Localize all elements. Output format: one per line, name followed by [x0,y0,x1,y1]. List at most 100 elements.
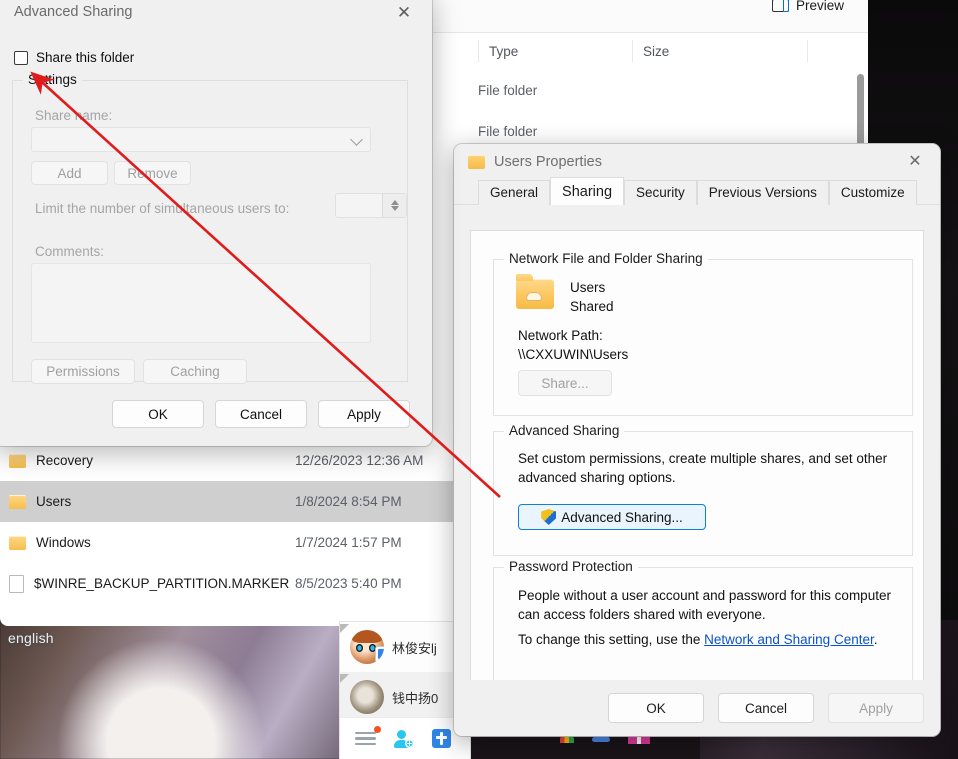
group-legend: Advanced Sharing [504,423,625,438]
row-name: $WINRE_BACKUP_PARTITION.MARKER [34,576,290,591]
network-path-value: \\CXXUWIN\Users [518,347,629,362]
shield-icon [541,509,557,525]
share-this-folder-label: Share this folder [36,50,135,65]
folder-icon [9,453,26,468]
tab-previous-versions[interactable]: Previous Versions [696,180,829,205]
row-name: Users [36,494,72,509]
list-item[interactable]: 林俊安lj [340,622,470,672]
file-icon [9,574,24,593]
network-file-and-folder-sharing-group: Network File and Folder Sharing Users Sh… [493,251,913,416]
group-legend: Settings [23,72,82,87]
corner-marker-icon [340,624,349,633]
row-type: File folder [478,83,538,98]
notification-dot-icon [374,725,381,733]
network-and-sharing-center-link[interactable]: Network and Sharing Center [704,632,874,647]
dialog-title: Users Properties [494,154,602,170]
dialog-footer: OK Cancel Apply [454,680,940,736]
preview-button-label: Preview [795,0,844,13]
cancel-button[interactable]: Cancel [718,693,814,723]
ok-button[interactable]: OK [112,400,204,428]
contact-name: 钱中扬0 [392,690,439,706]
apply-button[interactable]: Apply [828,693,924,723]
close-icon[interactable]: ✕ [898,148,932,176]
network-path-label: Network Path: [518,328,603,343]
list-item[interactable]: 钱中扬0 [340,672,470,722]
share-name-label: Share name: [35,108,113,123]
setting-suffix: . [873,632,878,647]
messenger-toolbar [340,717,470,759]
preview-button[interactable]: Preview [766,0,850,17]
app2-icon[interactable] [592,736,610,742]
comments-textarea[interactable] [31,263,371,343]
row-date: 1/8/2024 8:54 PM [295,494,402,509]
ok-button[interactable]: OK [608,693,704,723]
folder-icon [468,155,485,169]
dialog-titlebar[interactable]: Advanced Sharing ✕ [0,0,432,32]
share-this-folder-checkbox[interactable] [14,50,28,65]
avatar [350,680,384,714]
group-legend: Password Protection [504,559,638,574]
chevron-down-icon [350,133,363,146]
sharing-tab-panel: Network File and Folder Sharing Users Sh… [470,230,924,736]
password-protection-setting-line: To change this setting, use the Network … [518,630,898,649]
contact-name: 林俊安lj [392,640,437,656]
photo-watermark-label: english [8,630,54,646]
group-legend: Network File and Folder Sharing [504,251,708,266]
add-contact-icon[interactable] [394,729,414,748]
advanced-sharing-group: Advanced Sharing Set custom permissions,… [493,423,913,556]
cancel-button[interactable]: Cancel [215,400,307,428]
add-button[interactable]: Add [31,161,108,185]
column-header-type[interactable]: Type [478,40,632,62]
share-button[interactable]: Share... [518,370,612,396]
advanced-sharing-dialog: Advanced Sharing ✕ Share this folder Set… [0,0,432,446]
permissions-button[interactable]: Permissions [31,359,135,384]
share-this-folder-row[interactable]: Share this folder [14,50,134,65]
folder-icon [9,535,26,550]
advanced-sharing-button-label: Advanced Sharing... [561,509,683,525]
tab-security[interactable]: Security [624,180,697,205]
setting-prefix: To change this setting, use the [518,632,705,647]
preview-pane-icon [771,0,789,12]
mobile-status-icon [376,647,384,662]
tab-general[interactable]: General [478,180,551,205]
tab-customize[interactable]: Customize [828,180,917,205]
dialog-footer: OK Cancel Apply [0,382,432,446]
users-properties-dialog: Users Properties ✕ General Sharing Secur… [454,144,940,736]
avatar [350,630,384,664]
shared-folder-icon [516,274,554,309]
chevron-up-icon [390,200,399,205]
menu-icon[interactable] [355,725,381,746]
limit-users-stepper[interactable] [335,193,407,218]
caching-button[interactable]: Caching [143,359,247,384]
row-date: 12/26/2023 12:36 AM [295,453,424,468]
password-protection-group: Password Protection People without a use… [493,559,913,683]
app-icon[interactable] [432,729,451,748]
folder-icon [9,494,26,509]
limit-users-label: Limit the number of simultaneous users t… [35,201,290,216]
remove-button[interactable]: Remove [114,161,191,185]
chevron-down-icon [390,206,399,211]
row-date: 8/5/2023 5:40 PM [295,576,402,591]
share-name-combobox[interactable] [31,127,371,152]
advanced-sharing-button[interactable]: Advanced Sharing... [518,504,706,530]
advanced-sharing-description: Set custom permissions, create multiple … [518,451,888,485]
tab-bar: General Sharing Security Previous Versio… [454,177,940,205]
comments-label: Comments: [35,244,105,259]
messenger-panel: 林俊安lj 钱中扬0 [340,622,470,759]
dialog-titlebar[interactable]: Users Properties ✕ [454,144,940,180]
browser-icon[interactable] [560,735,574,743]
close-icon[interactable]: ✕ [386,0,422,26]
tab-sharing[interactable]: Sharing [550,177,625,205]
dialog-title: Advanced Sharing [14,4,133,20]
stepper-arrows[interactable] [382,194,406,217]
shared-folder-name: Users [570,280,606,295]
column-header-size[interactable]: Size [632,40,807,62]
row-date: 1/7/2024 1:57 PM [295,535,402,550]
shared-folder-state: Shared [570,299,614,314]
apply-button[interactable]: Apply [318,400,410,428]
row-type: File folder [478,124,538,139]
row-name: Windows [36,535,91,550]
corner-marker-icon [340,674,349,683]
password-protection-text: People without a user account and passwo… [518,588,891,622]
row-name: Recovery [36,453,94,468]
